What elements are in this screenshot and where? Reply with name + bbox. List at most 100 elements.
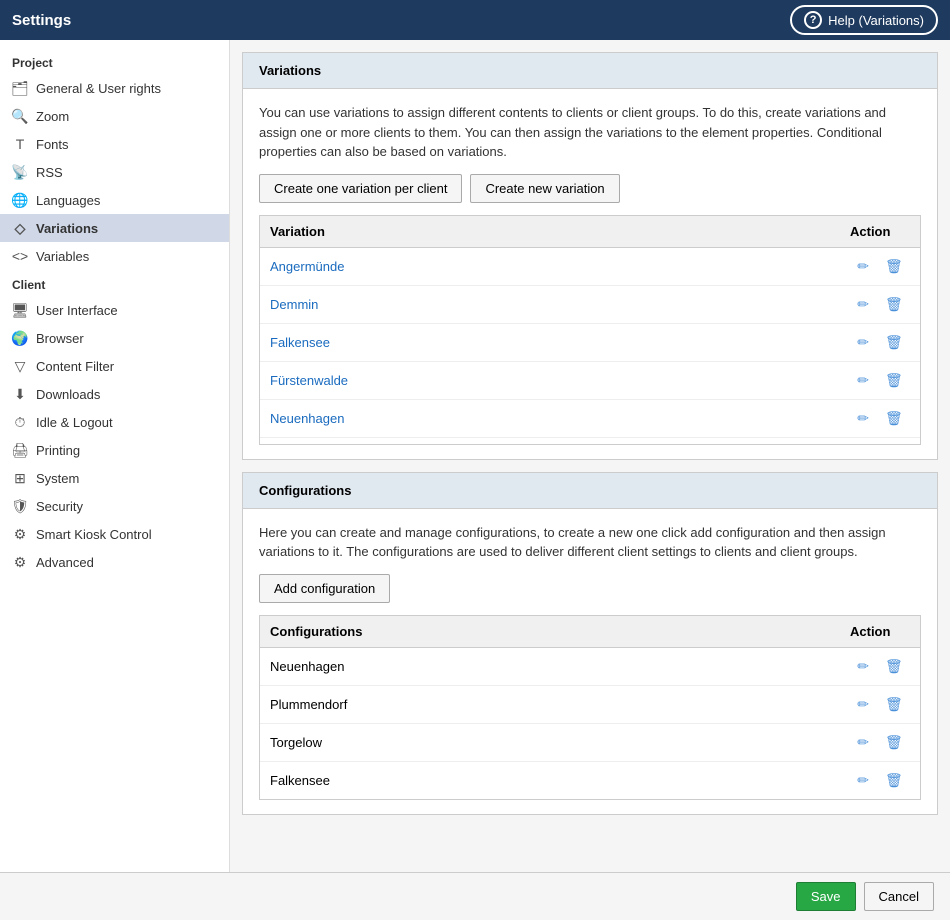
configuration-action-cell: ✏ 🗑	[840, 723, 920, 761]
variation-link[interactable]: Angermünde	[270, 259, 344, 274]
sidebar-item-zoom[interactable]: 🔍 Zoom	[0, 102, 229, 130]
sidebar-item-label: Downloads	[36, 387, 100, 402]
configurations-section-header: Configurations	[243, 473, 937, 509]
sidebar-item-label: General & User rights	[36, 81, 161, 96]
variation-action-cell: ✏ 🗑	[840, 361, 920, 399]
table-row: Neuenhagen ✏ 🗑	[260, 399, 920, 437]
sidebar-item-downloads[interactable]: ⬇ Downloads	[0, 380, 229, 408]
variations-section-header: Variations	[243, 53, 937, 89]
zoom-icon: 🔍	[12, 108, 28, 124]
edit-configuration-button[interactable]: ✏	[853, 656, 873, 677]
filter-icon: ▽	[12, 358, 28, 374]
table-row: Falkensee ✏ 🗑	[260, 323, 920, 361]
sidebar-item-rss[interactable]: 📡 RSS	[0, 158, 229, 186]
save-button[interactable]: Save	[796, 882, 856, 911]
sidebar-item-idle-logout[interactable]: ⏱ Idle & Logout	[0, 408, 229, 436]
add-configuration-button[interactable]: Add configuration	[259, 574, 390, 603]
variation-name: Demmin	[260, 285, 840, 323]
variation-name: Angermünde	[260, 247, 840, 285]
delete-variation-button[interactable]: 🗑	[881, 332, 907, 353]
delete-configuration-button[interactable]: 🗑	[881, 694, 907, 715]
content-inner: Variations You can use variations to ass…	[230, 40, 950, 827]
configurations-table-scroll: Configurations Action Neuenhagen ✏ 🗑 Plu…	[259, 615, 921, 800]
create-new-variation-button[interactable]: Create new variation	[470, 174, 619, 203]
delete-configuration-button[interactable]: 🗑	[881, 732, 907, 753]
table-row: Angermünde ✏ 🗑	[260, 247, 920, 285]
variation-link[interactable]: Demmin	[270, 297, 318, 312]
variation-name: Falkensee	[260, 323, 840, 361]
sidebar-item-label: Languages	[36, 193, 100, 208]
languages-icon: 🌐	[12, 192, 28, 208]
sidebar-item-label: Advanced	[36, 555, 94, 570]
variation-action-cell: ✏ 🗑	[840, 323, 920, 361]
configuration-action-cell: ✏ 🗑	[840, 761, 920, 799]
variation-link[interactable]: Falkensee	[270, 335, 330, 350]
config-action-col-header: Action	[840, 616, 920, 648]
sidebar-item-user-interface[interactable]: 🖥 User Interface	[0, 296, 229, 324]
help-button-label: Help (Variations)	[828, 13, 924, 28]
sidebar-item-label: Variables	[36, 249, 89, 264]
sidebar-item-system[interactable]: ⊞ System	[0, 464, 229, 492]
sidebar-item-label: Content Filter	[36, 359, 114, 374]
sidebar-client-label: Client	[0, 270, 229, 296]
content-area: Variations You can use variations to ass…	[230, 40, 950, 872]
printing-icon: 🖨	[12, 442, 28, 458]
edit-variation-button[interactable]: ✏	[853, 256, 873, 277]
sidebar-item-variations[interactable]: ◇ Variations	[0, 214, 229, 242]
sidebar: Project 🗂 General & User rights 🔍 Zoom T…	[0, 40, 230, 872]
variations-section: Variations You can use variations to ass…	[242, 52, 938, 460]
table-row: Falkensee ✏ 🗑	[260, 761, 920, 799]
help-button[interactable]: ? Help (Variations)	[790, 5, 938, 35]
sidebar-item-general[interactable]: 🗂 General & User rights	[0, 74, 229, 102]
variation-action-col-header: Action	[840, 216, 920, 248]
sidebar-item-browser[interactable]: 🌍 Browser	[0, 324, 229, 352]
variables-icon: <>	[12, 248, 28, 264]
variation-name: Plummendorf	[260, 437, 840, 445]
create-per-client-button[interactable]: Create one variation per client	[259, 174, 462, 203]
variation-action-cell: ✏ 🗑	[840, 247, 920, 285]
cancel-button[interactable]: Cancel	[864, 882, 934, 911]
sidebar-item-label: Variations	[36, 221, 98, 236]
configuration-name: Neuenhagen	[260, 647, 840, 685]
edit-variation-button[interactable]: ✏	[853, 294, 873, 315]
variations-icon: ◇	[12, 220, 28, 236]
variations-table: Variation Action Angermünde ✏ 🗑 Demmin	[260, 216, 920, 445]
browser-icon: 🌍	[12, 330, 28, 346]
edit-configuration-button[interactable]: ✏	[853, 732, 873, 753]
delete-variation-button[interactable]: 🗑	[881, 408, 907, 429]
edit-configuration-button[interactable]: ✏	[853, 694, 873, 715]
table-row: Plummendorf ✏ 🗑	[260, 437, 920, 445]
sidebar-item-label: Security	[36, 499, 83, 514]
help-icon: ?	[804, 11, 822, 29]
idle-icon: ⏱	[12, 414, 28, 430]
font-icon: T	[12, 136, 28, 152]
table-row: Demmin ✏ 🗑	[260, 285, 920, 323]
sidebar-item-content-filter[interactable]: ▽ Content Filter	[0, 352, 229, 380]
configurations-button-row: Add configuration	[259, 574, 921, 603]
sidebar-item-advanced[interactable]: ⚙ Advanced	[0, 548, 229, 576]
delete-variation-button[interactable]: 🗑	[881, 294, 907, 315]
sidebar-item-fonts[interactable]: T Fonts	[0, 130, 229, 158]
sidebar-item-smart-kiosk[interactable]: ⚙ Smart Kiosk Control	[0, 520, 229, 548]
delete-configuration-button[interactable]: 🗑	[881, 770, 907, 791]
delete-variation-button[interactable]: 🗑	[881, 256, 907, 277]
advanced-icon: ⚙	[12, 554, 28, 570]
variation-action-cell: ✏ 🗑	[840, 285, 920, 323]
sidebar-item-languages[interactable]: 🌐 Languages	[0, 186, 229, 214]
folder-icon: 🗂	[12, 80, 28, 96]
delete-configuration-button[interactable]: 🗑	[881, 656, 907, 677]
edit-variation-button[interactable]: ✏	[853, 332, 873, 353]
sidebar-item-label: Printing	[36, 443, 80, 458]
app-title: Settings	[12, 12, 71, 29]
variation-link[interactable]: Fürstenwalde	[270, 373, 348, 388]
edit-configuration-button[interactable]: ✏	[853, 770, 873, 791]
edit-variation-button[interactable]: ✏	[853, 408, 873, 429]
edit-variation-button[interactable]: ✏	[853, 370, 873, 391]
sidebar-item-label: Fonts	[36, 137, 69, 152]
sidebar-item-security[interactable]: 🛡 Security	[0, 492, 229, 520]
variation-link[interactable]: Neuenhagen	[270, 411, 344, 426]
sidebar-item-printing[interactable]: 🖨 Printing	[0, 436, 229, 464]
configuration-name: Torgelow	[260, 723, 840, 761]
delete-variation-button[interactable]: 🗑	[881, 370, 907, 391]
sidebar-item-variables[interactable]: <> Variables	[0, 242, 229, 270]
